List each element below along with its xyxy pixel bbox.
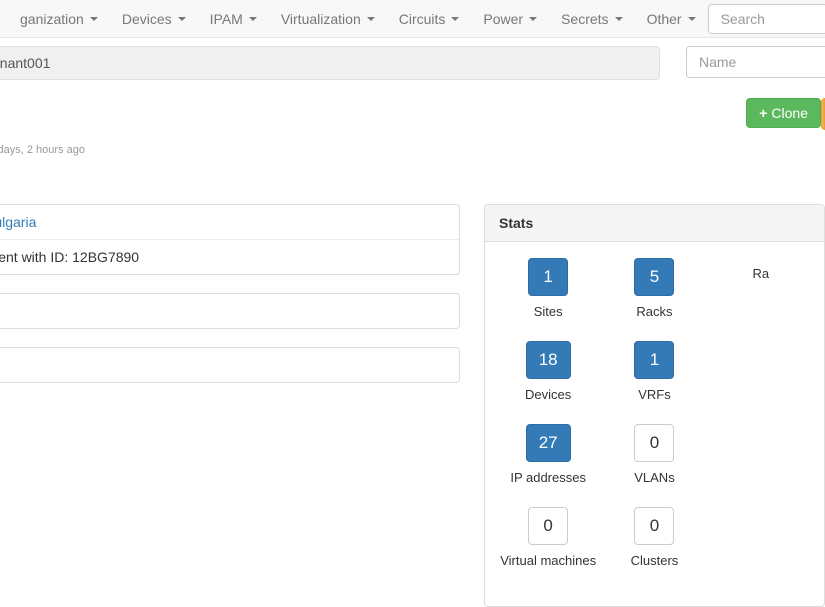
country-link[interactable]: Bulgaria [0, 214, 36, 230]
nav-label: Devices [122, 11, 172, 27]
nav-items: ganization Devices IPAM Virtualization C… [8, 3, 708, 35]
caret-icon [688, 17, 696, 21]
stat-badge[interactable]: 18 [526, 341, 571, 379]
detail-row-country: Bulgaria [0, 205, 459, 240]
stats-grid: 1 Sites 5 Racks Ra 18 Devices 1 VRFs 27 IP address… [495, 258, 814, 590]
stat-devices: 18 Devices [495, 341, 601, 402]
stat-label: Virtual machines [495, 553, 601, 568]
stat-ip-addresses: 27 IP addresses [495, 424, 601, 485]
caret-icon [90, 17, 98, 21]
nav-circuits[interactable]: Circuits [387, 3, 472, 35]
clone-label: Clone [771, 105, 808, 121]
stat-label: Devices [495, 387, 601, 402]
nav-virtualization[interactable]: Virtualization [269, 3, 387, 35]
stat-vlans: 0 VLANs [601, 424, 707, 485]
stat-badge[interactable]: 0 [634, 424, 674, 462]
nav-devices[interactable]: Devices [110, 3, 198, 35]
edit-button-stub[interactable] [821, 98, 825, 130]
stat-badge[interactable]: 5 [634, 258, 674, 296]
nav-ipam[interactable]: IPAM [198, 3, 269, 35]
stat-clusters: 0 Clusters [601, 507, 707, 568]
name-search-input[interactable] [686, 46, 825, 78]
nav-label: ganization [20, 11, 84, 27]
stat-badge[interactable]: 1 [528, 258, 568, 296]
empty-panel-1 [0, 293, 460, 329]
stat-label: Racks [601, 304, 707, 319]
caret-icon [451, 17, 459, 21]
stat-badge[interactable]: 1 [634, 341, 674, 379]
stat-badge[interactable]: 27 [526, 424, 571, 462]
nav-search [708, 4, 825, 34]
empty-panel-2 [0, 347, 460, 383]
detail-row-description: client with ID: 12BG7890 [0, 240, 459, 274]
stat-badge[interactable]: 0 [634, 507, 674, 545]
stat-ra: Ra [708, 258, 814, 319]
stat-badge[interactable]: 0 [528, 507, 568, 545]
clone-button[interactable]: + Clone [746, 98, 821, 128]
nav-label: Secrets [561, 11, 608, 27]
nav-label: Virtualization [281, 11, 361, 27]
caret-icon [249, 17, 257, 21]
nav-label: Power [483, 11, 523, 27]
nav-secrets[interactable]: Secrets [549, 3, 634, 35]
breadcrumb: Tenant001 [0, 46, 660, 80]
plus-icon: + [759, 105, 767, 121]
stat-label: Ra [708, 266, 814, 281]
page-title: 1 [0, 98, 85, 140]
caret-icon [178, 17, 186, 21]
stat-sites: 1 Sites [495, 258, 601, 319]
stat-virtual-machines: 0 Virtual machines [495, 507, 601, 568]
stat-label: VLANs [601, 470, 707, 485]
nav-other[interactable]: Other [635, 3, 708, 35]
stat-label: Clusters [601, 553, 707, 568]
stat-vrfs: 1 VRFs [601, 341, 707, 402]
caret-icon [529, 17, 537, 21]
nav-organization[interactable]: ganization [8, 3, 110, 35]
nav-label: Other [647, 11, 682, 27]
stats-panel: Stats 1 Sites 5 Racks Ra 18 Devices 1 VRFs 27 IP a… [484, 204, 825, 607]
stat-label: IP addresses [495, 470, 601, 485]
stat-label: Sites [495, 304, 601, 319]
stats-column: Stats 1 Sites 5 Racks Ra 18 Devices 1 VRFs 27 IP a… [484, 204, 825, 607]
top-navbar: ganization Devices IPAM Virtualization C… [0, 0, 825, 38]
nav-power[interactable]: Power [471, 3, 549, 35]
updated-text: ted 2 days, 2 hours ago [0, 144, 85, 156]
nav-label: IPAM [210, 11, 243, 27]
search-input[interactable] [708, 4, 825, 34]
details-panel: Bulgaria client with ID: 12BG7890 [0, 204, 460, 275]
stats-header: Stats [485, 205, 824, 242]
stat-racks: 5 Racks [601, 258, 707, 319]
caret-icon [615, 17, 623, 21]
side-search [686, 46, 825, 80]
caret-icon [367, 17, 375, 21]
details-column: Bulgaria client with ID: 12BG7890 [0, 204, 460, 607]
nav-label: Circuits [399, 11, 446, 27]
stat-label: VRFs [601, 387, 707, 402]
